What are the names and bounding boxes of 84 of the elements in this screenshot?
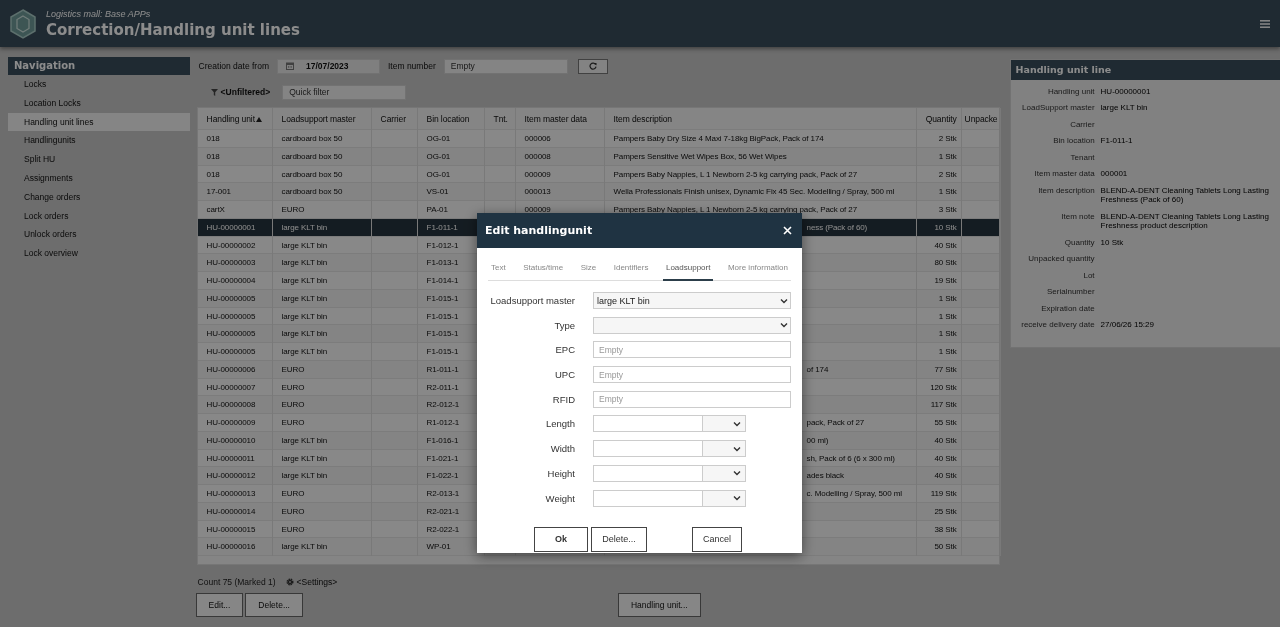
table-cell: HU-00000005 [197, 289, 273, 308]
field-label: Weight [544, 492, 575, 504]
field-label: Loadsupport master [489, 295, 575, 306]
table-cell: 1 Stk [916, 343, 962, 361]
table-cell: HU-00000005 [197, 343, 273, 361]
table-cell: 000006 [515, 130, 605, 148]
table-cell: 3 Stk [916, 201, 962, 219]
table-cell: 119 Stk [916, 485, 962, 503]
item-number-label: Item number [388, 61, 436, 71]
field-value: 27/06/26 15:29 [1100, 319, 1155, 331]
field-label: Unpacked quantity [1027, 253, 1095, 265]
table-cell: OG-01 [417, 147, 485, 166]
field-label: UPC [553, 369, 575, 381]
field-label: Item note [1060, 210, 1095, 223]
table-cell: EURO [272, 502, 372, 521]
table-cell: HU-00000016 [197, 538, 273, 556]
table-cell: large KLT bin [272, 218, 372, 237]
table-cell: Pampers Baby Dry Size 4 Maxi 7-18kg BigPack, Pack of 174 [604, 130, 917, 148]
table-cell: HU-00000010 [197, 431, 273, 450]
field-label: Lot [1082, 269, 1095, 282]
field-value: HU-00000001 [1100, 85, 1152, 98]
table-cell: HU-00000014 [197, 502, 273, 521]
table-cell: HU-00000004 [197, 272, 273, 290]
table-cell: large KLT bin [272, 431, 372, 450]
field-label: EPC [554, 344, 575, 356]
field-label: Handling unit [1046, 85, 1095, 98]
table-cell: EURO [272, 414, 372, 432]
field-value: 000001 [1100, 168, 1129, 180]
field-label: Item master data [1033, 168, 1095, 180]
table-cell: 018 [197, 147, 273, 166]
dialog-title: Edit handlingunit [485, 224, 593, 237]
table-cell: 10 Stk [916, 218, 962, 237]
table-cell: EURO [272, 201, 372, 219]
field-label: Width [549, 443, 575, 455]
table-cell: HU-00000013 [197, 485, 273, 503]
field-label: Carrier [1069, 118, 1095, 131]
field-label: RFID [551, 393, 575, 405]
table-cell: 25 Stk [916, 502, 962, 521]
app-name: Logistics mall: Base APPs [46, 8, 151, 19]
table-cell: OG-01 [417, 130, 485, 148]
field-label: Expiration date [1040, 302, 1095, 315]
field-value: BLEND-A-DENT Cleaning Tablets Long Lasting Freshness (Pack of 60) [1100, 184, 1270, 206]
field-value: large KLT bin [1100, 102, 1149, 114]
table-cell: HU-00000006 [197, 360, 273, 379]
table-cell: 55 Stk [916, 414, 962, 432]
table-cell: EURO [272, 360, 372, 379]
field-label: Length [544, 418, 575, 430]
panel-title: Handling unit line [1010, 60, 1280, 80]
table-cell: 40 Stk [916, 431, 962, 450]
table-cell: large KLT bin [272, 538, 372, 556]
table-cell: EURO [272, 485, 372, 503]
table-cell: large KLT bin [272, 343, 372, 361]
field-label: Bin location [1052, 135, 1095, 147]
date-label: Creation date from [198, 61, 269, 71]
table-cell: 19 Stk [916, 272, 962, 290]
table-cell: 1 Stk [916, 147, 962, 166]
table-cell: 2 Stk [916, 130, 962, 148]
navigation-title: Navigation [8, 57, 190, 75]
table-cell: 50 Stk [916, 538, 962, 556]
table-cell: cardboard box 50 [272, 147, 372, 166]
field-label: Type [553, 319, 575, 331]
table-cell: large KLT bin [272, 272, 372, 290]
field-label: Serialnumber [1046, 286, 1095, 298]
table-cell: large KLT bin [272, 289, 372, 308]
field-label: Height [546, 467, 575, 479]
field-value: 10 Stk [1100, 236, 1125, 249]
table-cell: Pampers Sensitive Wet Wipes Box, 56 Wet Wipes [604, 147, 917, 166]
table-cell: 000008 [515, 147, 605, 166]
table-cell: HU-00000009 [197, 414, 273, 432]
record-count: Count 75 (Marked 1) [197, 577, 276, 587]
field-value: BLEND-A-DENT Cleaning Tablets Long Lasting Freshness product description [1100, 210, 1270, 232]
table-cell: 77 Stk [916, 360, 962, 379]
field-label: Item description [1037, 184, 1095, 197]
table-cell: 018 [197, 130, 273, 148]
table-cell: 1 Stk [916, 289, 962, 308]
field-label: LoadSupport master [1021, 102, 1095, 114]
field-label: receive delivery date [1020, 319, 1095, 331]
page-title: Correction/Handling unit lines [46, 20, 300, 39]
table-cell: cartX [197, 201, 273, 219]
field-value: F1-011-1 [1100, 135, 1134, 147]
field-label: Tenant [1069, 151, 1095, 164]
table-cell: HU-00000001 [197, 218, 273, 237]
table-cell: cardboard box 50 [272, 130, 372, 148]
field-label: Quantity [1063, 236, 1095, 249]
